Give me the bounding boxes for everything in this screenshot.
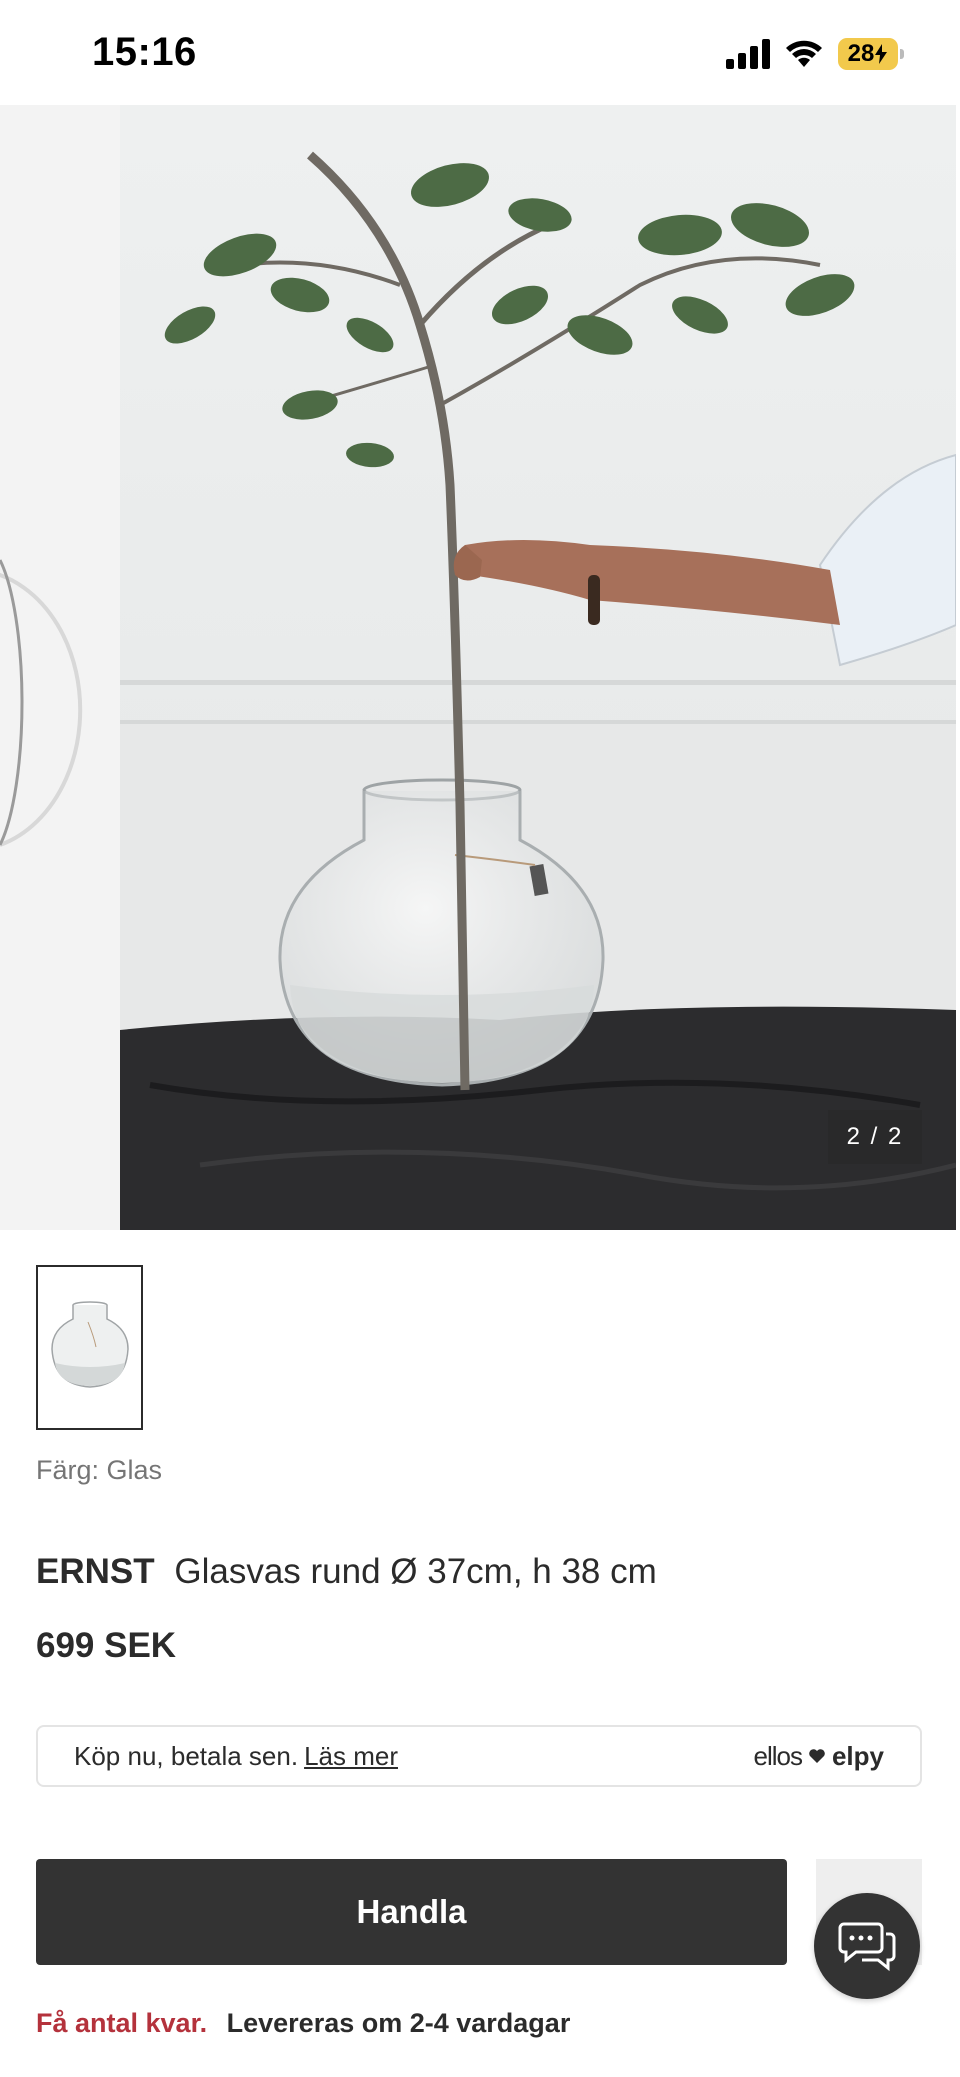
heart-icon	[809, 1749, 825, 1763]
low-stock-warning: Få antal kvar.	[36, 2008, 208, 2038]
color-label: Färg: Glas	[36, 1455, 163, 1485]
product-price: 699 SEK	[36, 1626, 177, 1665]
product-name: Glasvas rund Ø 37cm, h 38 cm	[174, 1552, 657, 1591]
status-icons: 28	[726, 36, 904, 72]
product-photo[interactable]	[120, 105, 956, 1230]
status-time: 15:16	[92, 30, 197, 74]
signal-icon	[726, 39, 770, 69]
previous-slide-peek[interactable]	[0, 105, 120, 1230]
availability-line: Få antal kvar. Levereras om 2-4 vardagar	[36, 2008, 570, 2039]
pay-later-banner: Köp nu, betala sen. Läs mer ellos elpy	[36, 1725, 922, 1787]
product-title: ERNST Glasvas rund Ø 37cm, h 38 cm	[36, 1552, 657, 1592]
slide-counter: 2 / 2	[828, 1110, 922, 1164]
previous-vase-image	[0, 105, 120, 1230]
elpy-logo-text: elpy	[831, 1740, 884, 1771]
chat-button[interactable]	[814, 1893, 920, 1999]
battery-level: 28	[847, 40, 875, 67]
charging-bolt-icon	[875, 44, 888, 64]
vase-thumbnail-image	[38, 1267, 141, 1428]
vase-with-branch-photo	[120, 105, 956, 1230]
product-image-carousel[interactable]: 2 / 2	[0, 105, 960, 1230]
ellos-logo-text: ellos	[753, 1740, 802, 1771]
buy-button[interactable]: Handla	[36, 1859, 787, 1965]
status-bar: 15:16 28	[0, 0, 960, 105]
battery-icon: 28	[838, 38, 904, 70]
delivery-estimate: Levereras om 2-4 vardagar	[226, 2008, 571, 2038]
pay-later-text: Köp nu, betala sen.	[74, 1740, 299, 1771]
wifi-icon	[786, 40, 822, 67]
product-brand[interactable]: ERNST	[36, 1552, 155, 1591]
chat-icon	[838, 1922, 896, 1972]
read-more-link[interactable]: Läs mer	[304, 1741, 398, 1772]
thumbnail-selected[interactable]	[36, 1265, 143, 1430]
ellos-elpy-logo: ellos elpy	[753, 1741, 884, 1772]
